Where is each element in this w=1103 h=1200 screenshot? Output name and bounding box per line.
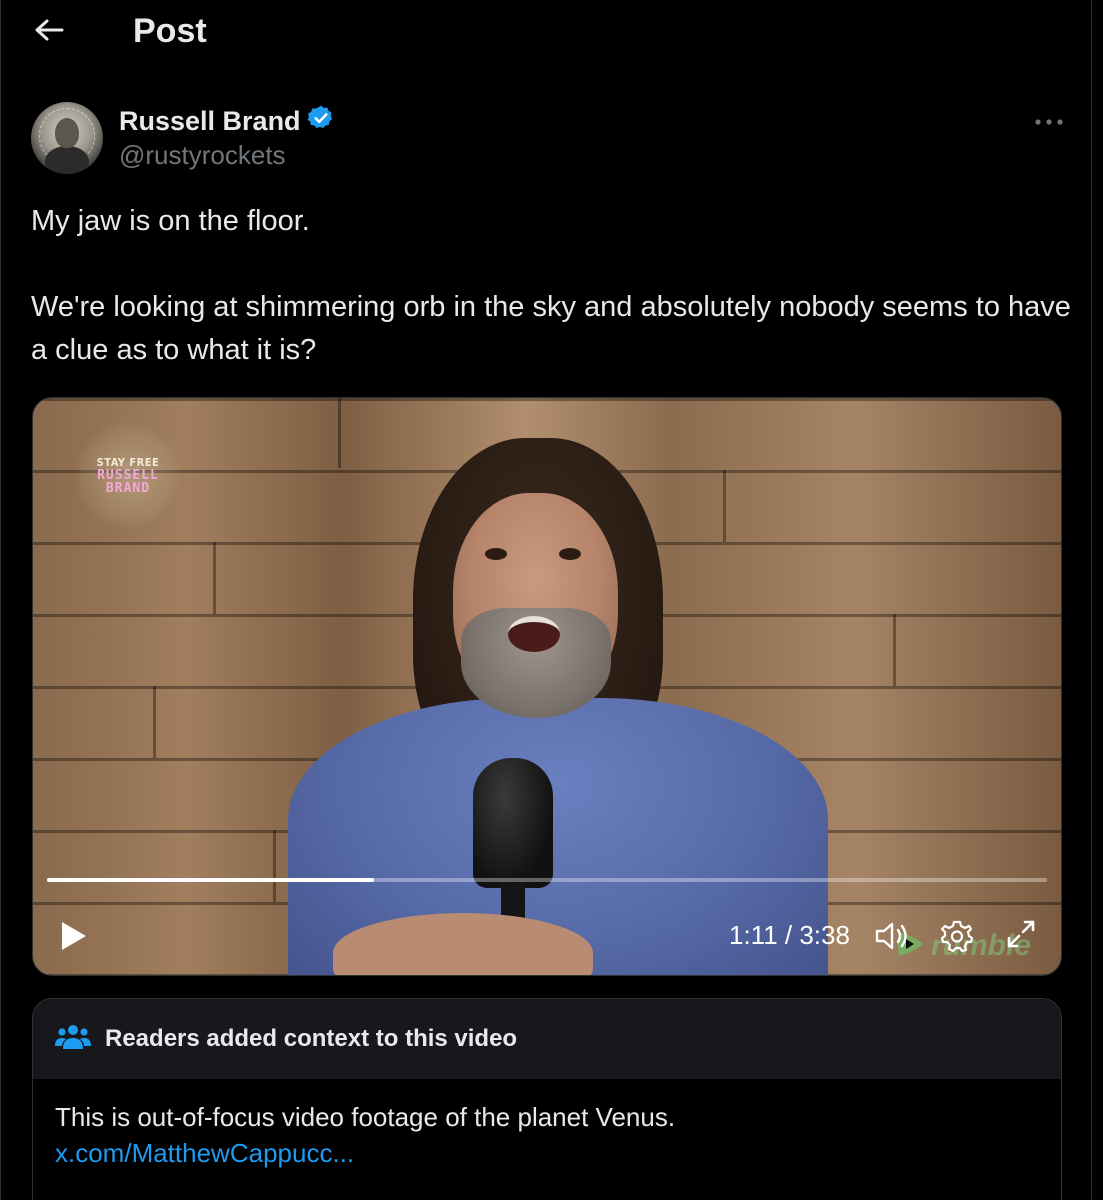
author-name: Russell Brand [119,106,301,136]
avatar[interactable] [31,102,103,174]
video-progress-bar[interactable] [47,878,1047,882]
logo-line-1: STAY FREE [96,455,160,469]
play-button[interactable] [55,918,91,954]
video-controls: 1:11 / 3:38 rumble [33,906,1061,966]
volume-button[interactable] [873,918,913,954]
video-player[interactable]: STAY FREE RUSSELL BRAND 1:11 / 3:38 rumb… [32,397,1062,976]
back-button[interactable] [25,10,73,54]
fullscreen-button[interactable] [1001,914,1041,954]
post-author: Russell Brand @rustyrockets [31,100,1071,176]
people-icon [55,1022,91,1057]
author-handle[interactable]: @rustyrockets [119,140,286,171]
settings-button[interactable] [939,918,975,954]
play-icon [55,922,91,958]
gear-icon [939,920,975,958]
more-options-button[interactable] [1027,104,1071,140]
video-progress-fill [47,878,374,882]
logo-line-2: RUSSELL [97,467,159,483]
post-text-line: We're looking at shimmering orb in the s… [31,291,1071,366]
microphone [473,758,553,888]
logo-line-3: BRAND [105,480,151,496]
community-note-header: Readers added context to this video [33,999,1061,1079]
author-name-link[interactable]: Russell Brand [119,104,335,139]
video-time: 1:11 / 3:38 [729,920,850,950]
community-note-title: Readers added context to this video [105,1025,518,1052]
expand-icon [1001,920,1041,958]
page-title: Post [133,12,207,50]
community-note: Readers added context to this video This… [32,998,1062,1200]
volume-icon [873,922,913,958]
community-note-source-link[interactable]: x.com/MatthewCappucc... [55,1135,1035,1171]
arrow-left-icon [34,18,64,47]
verified-badge-icon [307,104,335,139]
stay-free-logo: STAY FREE RUSSELL BRAND [73,420,183,530]
post-page: Post Russell Brand @rustyrockets My jaw … [0,0,1092,1200]
more-horizontal-icon [1034,113,1064,131]
community-note-text: This is out-of-focus video footage of th… [55,1102,676,1132]
community-note-body: This is out-of-focus video footage of th… [55,1099,1035,1171]
top-bar: Post [1,0,1093,64]
post-text: My jaw is on the floor. We're looking at… [31,200,1071,372]
post-text-line: My jaw is on the floor. [31,205,310,237]
